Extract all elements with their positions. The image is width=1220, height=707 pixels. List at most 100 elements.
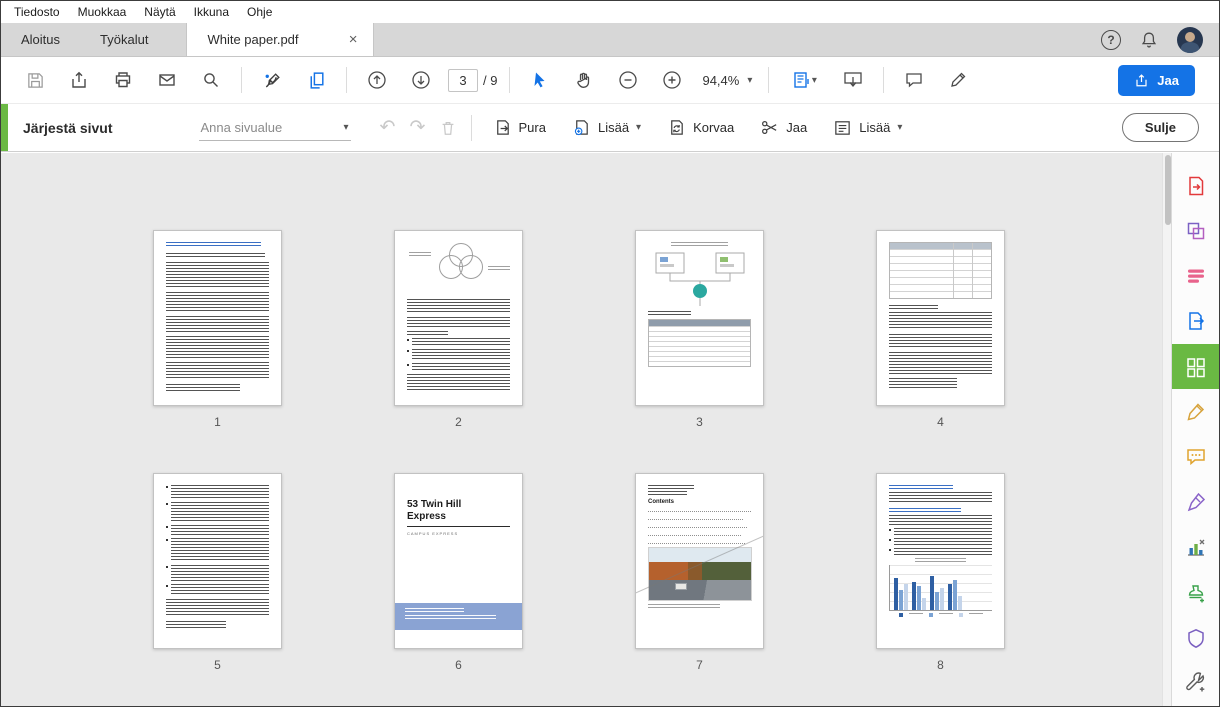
mini-leader-line <box>648 531 741 536</box>
mini-text-lines <box>166 292 269 312</box>
insert-label: Lisää <box>598 120 629 135</box>
tool-title: Järjestä sivut <box>23 120 113 136</box>
delete-pages-icon[interactable] <box>433 119 463 137</box>
page-thumbnail-8[interactable] <box>876 473 1005 649</box>
menu-tiedosto[interactable]: Tiedosto <box>5 2 69 22</box>
export-send-icon[interactable] <box>1172 299 1220 344</box>
page-thumbnail-6[interactable]: 53 Twin Hill Express CAMPUS EXPRESS <box>394 473 523 649</box>
page-thumbnail-2[interactable] <box>394 230 523 406</box>
request-signature-icon[interactable] <box>256 64 288 96</box>
undo-icon[interactable]: ↶ <box>373 118 403 137</box>
more-tools-icon[interactable] <box>1172 661 1220 706</box>
page-thumbnail-5[interactable] <box>153 473 282 649</box>
toolbar-separator <box>241 67 242 93</box>
organize-pages-toolbar: Järjestä sivut Anna sivualue ▾ ↶ ↷ Pura … <box>1 104 1219 152</box>
document-tab[interactable]: White paper.pdf × <box>186 23 374 56</box>
insert-pages-button[interactable]: Lisää ▾ <box>563 112 650 143</box>
comment-tool-icon[interactable] <box>1172 435 1220 480</box>
presentation-mode-icon[interactable] <box>837 64 869 96</box>
create-pdf-icon[interactable] <box>1172 208 1220 253</box>
replace-pages-button[interactable]: Korvaa <box>658 112 743 143</box>
draw-pencil-icon[interactable] <box>942 64 974 96</box>
mini-chart-title <box>915 558 967 562</box>
mini-bullet-row <box>166 525 269 535</box>
more-label: Lisää <box>859 120 890 135</box>
help-icon[interactable]: ? <box>1101 30 1121 50</box>
more-options-button[interactable]: Lisää ▾ <box>824 112 911 143</box>
organize-pages-icon[interactable] <box>1172 344 1220 389</box>
zoom-level-dropdown[interactable]: 94,4% ▾ <box>694 73 760 88</box>
mini-bullet-row <box>407 338 510 346</box>
email-icon[interactable] <box>151 64 183 96</box>
protect-icon[interactable] <box>1172 616 1220 661</box>
combine-files-icon[interactable] <box>1172 254 1220 299</box>
mini-text-lines <box>889 312 992 330</box>
comment-icon[interactable] <box>898 64 930 96</box>
pages-panel-icon[interactable] <box>300 64 332 96</box>
menu-ikkuna[interactable]: Ikkuna <box>185 2 238 22</box>
page-number-label: 8 <box>937 658 944 672</box>
page-cell: 53 Twin Hill Express CAMPUS EXPRESS 6 <box>338 473 579 672</box>
search-icon[interactable] <box>195 64 227 96</box>
hand-tool-icon[interactable] <box>568 64 600 96</box>
mini-subtitle-text: CAMPUS EXPRESS <box>407 531 510 536</box>
mini-bullet-row <box>166 538 269 562</box>
save-icon[interactable] <box>19 64 51 96</box>
page-number-label: 2 <box>455 415 462 429</box>
redo-icon[interactable]: ↷ <box>403 118 433 137</box>
export-excel-icon[interactable] <box>1172 525 1220 570</box>
next-page-icon[interactable] <box>405 64 437 96</box>
mini-title-text: 53 Twin Hill Express <box>407 499 487 523</box>
tab-aloitus[interactable]: Aloitus <box>1 23 80 56</box>
stamp-icon[interactable] <box>1172 570 1220 615</box>
page-cell: 4 <box>820 230 1061 429</box>
notifications-bell-icon[interactable] <box>1139 30 1159 50</box>
chevron-down-icon: ▾ <box>897 122 902 133</box>
share-file-icon[interactable] <box>63 64 95 96</box>
scrollbar-thumb[interactable] <box>1165 155 1171 225</box>
chevron-down-icon: ▾ <box>747 75 752 86</box>
mini-text-lines <box>166 316 269 332</box>
fill-sign-icon[interactable] <box>1172 480 1220 525</box>
close-tool-button[interactable]: Sulje <box>1122 113 1199 142</box>
page-number-label: 4 <box>937 415 944 429</box>
page-thumbnail-1[interactable] <box>153 230 282 406</box>
share-button-label: Jaa <box>1157 73 1179 88</box>
share-icon <box>1134 73 1149 88</box>
mini-leader-line <box>648 539 745 544</box>
page-display-dropdown[interactable]: ▾ <box>783 64 825 96</box>
print-icon[interactable] <box>107 64 139 96</box>
page-cell: 3 <box>579 230 820 429</box>
menu-muokkaa[interactable]: Muokkaa <box>69 2 136 22</box>
mini-leader-line <box>648 515 743 520</box>
menu-ohje[interactable]: Ohje <box>238 2 281 22</box>
previous-page-icon[interactable] <box>361 64 393 96</box>
tabbar-right: ? <box>1101 23 1219 56</box>
page-range-dropdown[interactable]: Anna sivualue ▾ <box>199 115 351 141</box>
split-pages-button[interactable]: Jaa <box>751 112 816 143</box>
page-thumbnail-4[interactable] <box>876 230 1005 406</box>
toolbar-separator <box>509 67 510 93</box>
zoom-out-icon[interactable] <box>612 64 644 96</box>
page-thumbnails-area[interactable]: 1 <box>1 153 1162 706</box>
user-avatar[interactable] <box>1177 27 1203 53</box>
extract-pages-button[interactable]: Pura <box>484 112 555 143</box>
mini-bullet-row <box>889 538 992 545</box>
page-thumbnail-7[interactable]: Contents <box>635 473 764 649</box>
mini-title-rule <box>407 526 510 527</box>
menu-nayta[interactable]: Näytä <box>135 2 184 22</box>
mini-leader-line <box>648 507 751 512</box>
tab-tyokalut[interactable]: Työkalut <box>80 23 168 56</box>
zoom-in-icon[interactable] <box>656 64 688 96</box>
export-pdf-icon[interactable] <box>1172 163 1220 208</box>
zoom-level-value: 94,4% <box>702 73 739 88</box>
edit-pdf-icon[interactable] <box>1172 389 1220 434</box>
page-number-input[interactable] <box>448 69 478 92</box>
page-thumbnail-3[interactable] <box>635 230 764 406</box>
vertical-scrollbar[interactable] <box>1162 153 1171 706</box>
close-tab-icon[interactable]: × <box>345 30 362 49</box>
mini-caption <box>648 604 720 608</box>
mini-text-lines <box>407 299 510 313</box>
share-button[interactable]: Jaa <box>1118 65 1195 96</box>
select-tool-icon[interactable] <box>524 64 556 96</box>
